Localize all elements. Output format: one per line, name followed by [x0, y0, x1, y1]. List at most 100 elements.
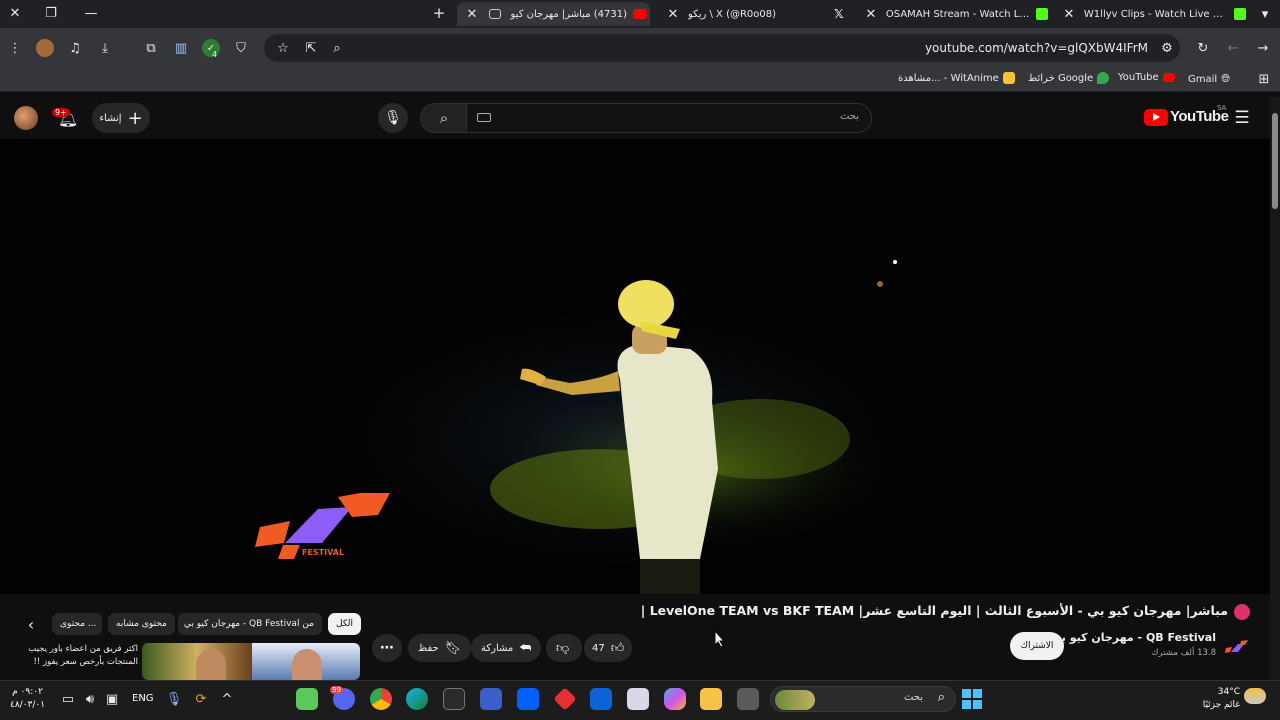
chevron-left-icon[interactable]: ‹: [22, 614, 40, 634]
region-code: SA: [1217, 104, 1227, 112]
search-button[interactable]: ⌕: [420, 103, 468, 133]
x-favicon-icon: 𝕏: [834, 7, 844, 21]
audio-playing-icon[interactable]: [489, 9, 501, 19]
weather-widget[interactable]: 34°C غائم جزئيًا: [1200, 686, 1240, 712]
search-input[interactable]: بحث: [466, 103, 872, 133]
bookmark-label: مشاهدة... - WitAnime: [898, 72, 999, 84]
tab-youtube[interactable]: ✕ (4731) مباشر| مهرجان كيو: [457, 2, 650, 26]
qb-festival-logo-icon: [1225, 640, 1248, 653]
notification-count-badge: 9+: [52, 108, 70, 117]
festival-watermark-text: FESTIVAL: [302, 548, 345, 557]
share-arrow-icon: ⮪: [519, 640, 532, 656]
menu-kebab-icon[interactable]: ⋮: [8, 40, 22, 56]
tab-title: W1llyv Clips - Watch Live on Kick: [1083, 8, 1228, 20]
tray-app-icon[interactable]: ⟳: [192, 690, 210, 708]
close-tab-icon[interactable]: ✕: [864, 7, 878, 22]
network-icon[interactable]: ▣: [102, 690, 122, 708]
dropbox-icon[interactable]: [517, 688, 539, 710]
reload-icon[interactable]: ↻: [1194, 39, 1212, 57]
close-tab-icon[interactable]: ✕: [465, 7, 479, 22]
app-icon[interactable]: [480, 688, 502, 710]
new-tab-icon[interactable]: +: [430, 4, 448, 22]
profile-avatar[interactable]: [36, 39, 54, 57]
like-button[interactable]: 47 👍︎: [584, 634, 633, 662]
extensions-icon[interactable]: ⧉: [142, 39, 160, 57]
bookmark-witanime[interactable]: مشاهدة... - WitAnime: [898, 72, 1015, 84]
zoom-icon[interactable]: ⌕: [328, 39, 346, 57]
chip-from-channel[interactable]: من QB Festival - مهرجان كيو بي: [178, 613, 322, 635]
recommended-title[interactable]: اكثر فريق من اعضاء باور يجيب المنتجات بأ…: [22, 643, 138, 669]
subscribe-button[interactable]: الاشتراك: [1010, 632, 1064, 660]
bookmark-youtube[interactable]: YouTube: [1118, 72, 1175, 83]
file-explorer-icon[interactable]: [700, 688, 722, 710]
extension-icon[interactable]: ▥: [172, 39, 190, 57]
scrollbar-thumb[interactable]: [1272, 113, 1278, 209]
apps-grid-icon[interactable]: ⊞: [1256, 71, 1272, 87]
account-avatar[interactable]: [14, 106, 38, 130]
dislike-button[interactable]: 👎︎: [546, 634, 582, 662]
url-text[interactable]: youtube.com/watch?v=glQXbW4IFrM: [925, 41, 1148, 55]
back-arrow-icon[interactable]: ←: [1224, 39, 1242, 57]
extension-green-icon[interactable]: ✓: [202, 39, 220, 57]
microphone-tray-icon[interactable]: 🎙︎: [166, 690, 183, 708]
more-horizontal-icon: ⋯: [380, 640, 394, 656]
channel-avatar[interactable]: [1224, 636, 1250, 656]
bookmark-star-icon[interactable]: ☆: [274, 39, 292, 57]
shield-icon[interactable]: ⛉: [232, 39, 250, 57]
kick-favicon-icon: [1036, 8, 1048, 20]
epic-games-icon[interactable]: [443, 688, 465, 710]
task-view-icon[interactable]: [737, 688, 759, 710]
more-actions-button[interactable]: ⋯: [372, 634, 402, 662]
video-player[interactable]: FESTIVAL: [0, 139, 1270, 594]
taskbar-app-icon[interactable]: [296, 688, 318, 710]
channel-name[interactable]: QB Festival - مهرجان كيو بي: [1051, 631, 1216, 644]
clock[interactable]: ٠٩:٠٢ م ٤٨/٠٣/٠١: [10, 686, 45, 712]
save-label: حفظ: [418, 642, 439, 654]
save-button[interactable]: حفظ 🔖︎: [408, 634, 472, 662]
bookmark-gmail[interactable]: Gmail 🌐︎: [1188, 72, 1230, 86]
language-indicator[interactable]: ENG: [132, 693, 154, 704]
video-frame: [255, 260, 950, 594]
volume-icon[interactable]: 🔊︎: [80, 690, 100, 708]
share-page-icon[interactable]: ⇱: [302, 39, 320, 57]
chip-more[interactable]: محتوى ...: [52, 613, 102, 635]
chip-related[interactable]: محتوى مشابه: [108, 613, 175, 635]
chevron-up-icon[interactable]: ^: [218, 690, 236, 708]
media-control-icon[interactable]: ♫: [66, 39, 84, 57]
tab-search-icon[interactable]: ▾: [1255, 4, 1275, 24]
tab-x[interactable]: ✕ ريكو \ X (@R0o08) 𝕏: [660, 2, 850, 26]
recommended-thumbnail[interactable]: [142, 643, 360, 680]
minimize-window-icon[interactable]: —: [82, 4, 100, 22]
create-button[interactable]: إنشاء +: [92, 103, 150, 133]
clock-date: ٤٨/٠٣/٠١: [10, 700, 46, 710]
windows-start-icon[interactable]: [962, 689, 982, 709]
tab-kick-osamah[interactable]: ✕ OSAMAH Stream - Watch Live on Kick: [858, 2, 1048, 26]
battery-icon[interactable]: ▭: [58, 690, 78, 708]
keyboard-icon[interactable]: [477, 113, 491, 122]
page-scrollbar[interactable]: [1270, 97, 1280, 680]
youtube-logo-icon[interactable]: [1144, 109, 1168, 126]
witanime-icon: [1002, 72, 1015, 84]
edge-icon[interactable]: [406, 688, 428, 710]
clock-time: ٠٩:٠٢ م: [12, 687, 43, 697]
share-label: مشاركة: [481, 642, 514, 654]
hamburger-menu-icon[interactable]: ☰: [1232, 108, 1252, 128]
close-tab-icon[interactable]: ✕: [1062, 7, 1076, 22]
copilot-icon[interactable]: [664, 688, 686, 710]
voice-search-button[interactable]: 🎙︎: [378, 103, 408, 133]
close-tab-icon[interactable]: ✕: [666, 7, 680, 22]
download-icon[interactable]: ⤓: [96, 39, 114, 57]
forward-arrow-icon[interactable]: →: [1254, 39, 1272, 57]
taskbar-search-box[interactable]: بحث ⌕: [770, 686, 956, 712]
thumbnail-face: [196, 649, 226, 680]
chip-all[interactable]: الكل: [328, 613, 362, 635]
microsoft-store-icon[interactable]: [627, 688, 649, 710]
chrome-icon[interactable]: [370, 688, 392, 710]
site-settings-icon[interactable]: ⚙: [1158, 39, 1176, 57]
outlook-icon[interactable]: [590, 688, 612, 710]
restore-window-icon[interactable]: ❐: [42, 4, 60, 22]
tab-kick-willyv[interactable]: ✕ W1llyv Clips - Watch Live on Kick: [1056, 2, 1246, 26]
share-button[interactable]: مشاركة ⮪: [471, 634, 542, 662]
close-window-icon[interactable]: ✕: [6, 4, 24, 22]
bookmark-maps[interactable]: خرائط Google: [1028, 72, 1110, 84]
